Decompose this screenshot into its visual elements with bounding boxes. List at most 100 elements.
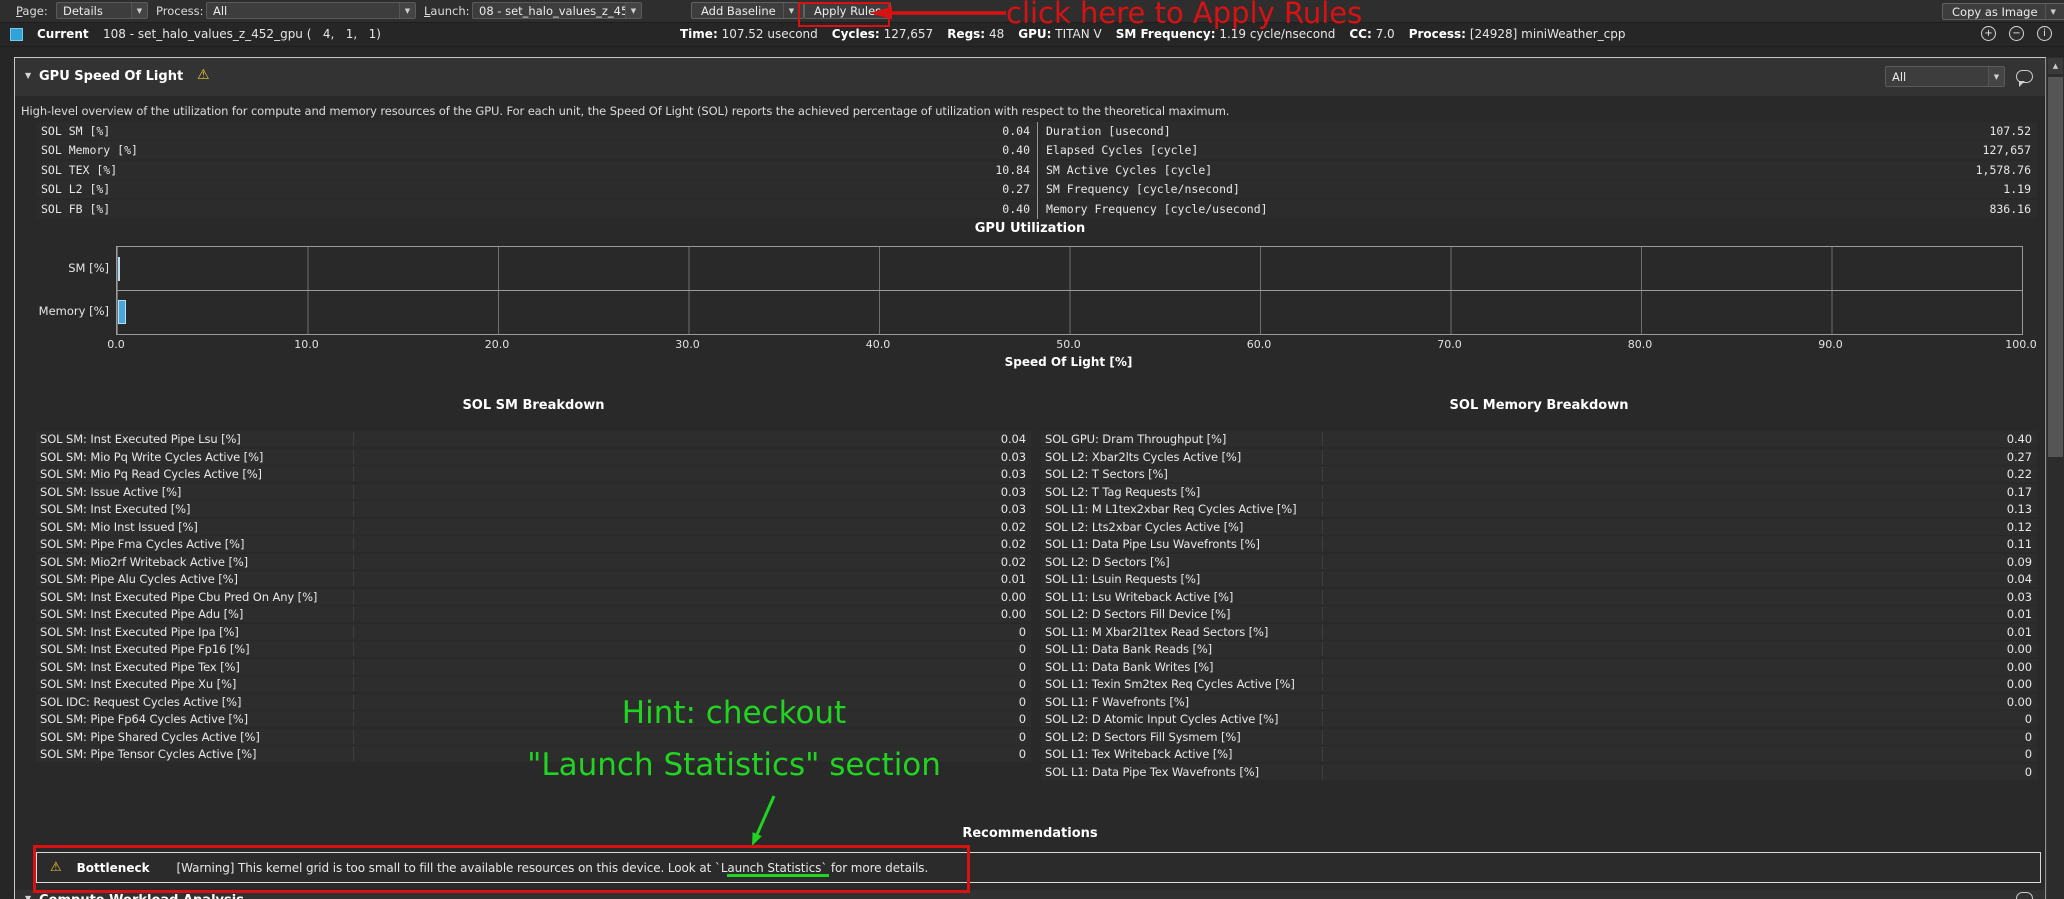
table-row: SOL SM: Mio Pq Read Cycles Active [%]0.0… [36,466,1031,482]
table-row: SOL L1: M Xbar2l1tex Read Sectors [%]0.0… [1041,624,2037,640]
chart-title: GPU Utilization [15,221,2045,236]
memory-breakdown-title: SOL Memory Breakdown [1041,398,2037,413]
kernel-stat: Regs: 48 [947,27,1004,41]
chart-category-label: SM [%] [15,261,109,275]
copy-as-image-button[interactable]: Copy as Image ▼ [1942,3,2064,20]
annotation-red-box-bottleneck [33,845,970,893]
section-filter-value: All [1886,70,1988,84]
kernel-stat: Process: [24928] miniWeather_cpp [1409,27,1626,41]
table-row: SOL SM: Mio Pq Write Cycles Active [%]0.… [36,449,1031,465]
add-baseline-button[interactable]: Add Baseline ▼ [691,2,804,19]
vertical-scrollbar[interactable]: ▲ [2046,57,2064,899]
next-section-title: Compute Workload Analysis [39,893,244,899]
table-row: Memory Frequency [cycle/usecond]836.16 [1041,200,2037,218]
table-row: SOL SM: Inst Executed Pipe Tex [%]0 [36,659,1031,675]
table-row: SOL L1: Data Bank Writes [%]0.00 [1041,659,2037,675]
process-dropdown[interactable]: All ▼ [206,2,416,19]
table-row: SOL SM [%]0.04 [36,122,1036,140]
table-row: SOL L2: D Sectors Fill Sysmem [%]0 [1041,729,2037,745]
axis-tick-label: 10.0 [294,338,319,351]
chart-x-axis-title: Speed Of Light [%] [116,355,2021,369]
table-divider [1037,122,1038,219]
utilization-chart-plot [116,246,2023,335]
section-filter-dropdown[interactable]: All ▼ [1885,66,2005,87]
warning-icon: ⚠ [197,67,210,83]
sm-utilization-bar [118,257,120,281]
table-row: Elapsed Cycles [cycle]127,657 [1041,141,2037,159]
table-row: SOL SM: Pipe Shared Cycles Active [%]0 [36,729,1031,745]
axis-tick-label: 70.0 [1437,338,1462,351]
sol-metrics-table-right: Duration [usecond]107.52Elapsed Cycles [… [1041,122,2037,219]
axis-tick-label: 90.0 [1818,338,1843,351]
zoom-out-icon[interactable]: − [2009,26,2024,41]
current-color-swatch [10,28,23,41]
nsight-compute-window: Page: Details ▼ Process: All ▼ Launch: 0… [0,0,2064,899]
table-row: SOL L1: Data Bank Reads [%]0.00 [1041,641,2037,657]
current-kernel-name: 108 - set_halo_values_z_452_gpu ( 4, 1, … [103,27,381,41]
collapse-caret-icon[interactable]: ▼ [25,71,31,80]
table-row: SOL SM: Mio Inst Issued [%]0.02 [36,519,1031,535]
table-row: SOL L2: D Sectors Fill Device [%]0.01 [1041,606,2037,622]
table-row: SOL L2: Lts2xbar Cycles Active [%]0.12 [1041,519,2037,535]
annotation-hint-line1: Hint: checkout [434,696,1034,730]
table-row: SOL L1: Lsuin Requests [%]0.04 [1041,571,2037,587]
annotation-hint-line2: "Launch Statistics" section [434,748,1034,782]
table-row: SOL SM: Issue Active [%]0.03 [36,484,1031,500]
chart-row-separator [117,290,2022,291]
table-row: SOL L1: Lsu Writeback Active [%]0.03 [1041,589,2037,605]
table-row: SOL Memory [%]0.40 [36,141,1036,159]
collapse-caret-icon[interactable]: ▼ [25,894,31,899]
table-row: SOL L2: T Sectors [%]0.22 [1041,466,2037,482]
table-row: SOL SM: Pipe Fma Cycles Active [%]0.02 [36,536,1031,552]
chevron-down-icon: ▼ [1988,67,2004,86]
scroll-up-icon[interactable]: ▲ [2048,58,2063,74]
table-row: SOL L2: D Sectors [%]0.09 [1041,554,2037,570]
section-description: High-level overview of the utilization f… [21,104,1229,118]
green-arrow [738,793,798,849]
table-row: SOL SM: Inst Executed Pipe Fp16 [%]0 [36,641,1031,657]
table-row: SOL SM: Inst Executed Pipe Ipa [%]0 [36,624,1031,640]
table-row: SOL SM: Inst Executed Pipe Xu [%]0 [36,676,1031,692]
info-icon[interactable]: i [2037,26,2052,41]
launch-label: Launch: [424,4,470,18]
axis-tick-label: 80.0 [1628,338,1653,351]
table-row: SOL SM: Pipe Alu Cycles Active [%]0.01 [36,571,1031,587]
table-row: SOL L2: D Atomic Input Cycles Active [%]… [1041,711,2037,727]
add-baseline-label: Add Baseline [701,4,776,18]
table-row: SOL TEX [%]10.84 [36,161,1036,179]
chevron-down-icon: ▼ [625,3,641,18]
chevron-down-icon: ▼ [2045,4,2056,19]
table-row: SOL L2: T Tag Requests [%]0.17 [1041,484,2037,500]
table-row: SM Active Cycles [cycle]1,578.76 [1041,161,2037,179]
chart-category-label: Memory [%] [15,304,109,318]
axis-tick-label: 50.0 [1056,338,1081,351]
red-arrow [868,5,1008,21]
comment-icon[interactable] [2016,70,2033,83]
comment-icon[interactable] [2016,892,2033,899]
table-row: Duration [usecond]107.52 [1041,122,2037,140]
table-row: SOL L1: Data Pipe Tex Wavefronts [%]0 [1041,764,2037,780]
table-row: SOL FB [%]0.40 [36,200,1036,218]
launch-dropdown[interactable]: 08 - set_halo_values_z_452_gpu ▼ [472,2,642,19]
table-row: SOL SM: Inst Executed Pipe Adu [%]0.00 [36,606,1031,622]
page-dropdown-value: Details [57,4,131,18]
table-row: SOL SM: Mio2rf Writeback Active [%]0.02 [36,554,1031,570]
axis-tick-label: 60.0 [1247,338,1272,351]
table-row: SOL L1: Tex Writeback Active [%]0 [1041,746,2037,762]
chevron-down-icon: ▼ [399,3,415,18]
table-row: SOL L2 [%]0.27 [36,180,1036,198]
table-row: SOL L1: Data Pipe Lsu Wavefronts [%]0.11 [1041,536,2037,552]
table-row: SOL GPU: Dram Throughput [%]0.40 [1041,431,2037,447]
page-dropdown[interactable]: Details ▼ [56,2,148,19]
page-label: Page: [16,4,48,18]
recommendations-title: Recommendations [15,826,2045,841]
axis-tick-label: 100.0 [2005,338,2037,351]
scrollbar-thumb[interactable] [2048,77,2063,457]
launch-dropdown-value: 08 - set_halo_values_z_452_gpu [473,4,625,18]
axis-tick-label: 40.0 [866,338,891,351]
axis-tick-label: 30.0 [675,338,700,351]
table-row: SOL SM: Inst Executed [%]0.03 [36,501,1031,517]
zoom-in-icon[interactable]: + [1981,26,1996,41]
memory-breakdown-table: SOL GPU: Dram Throughput [%]0.40 SOL L2: … [1041,431,2037,781]
section-header[interactable]: ▼ GPU Speed Of Light ⚠ All ▼ [15,58,2045,96]
